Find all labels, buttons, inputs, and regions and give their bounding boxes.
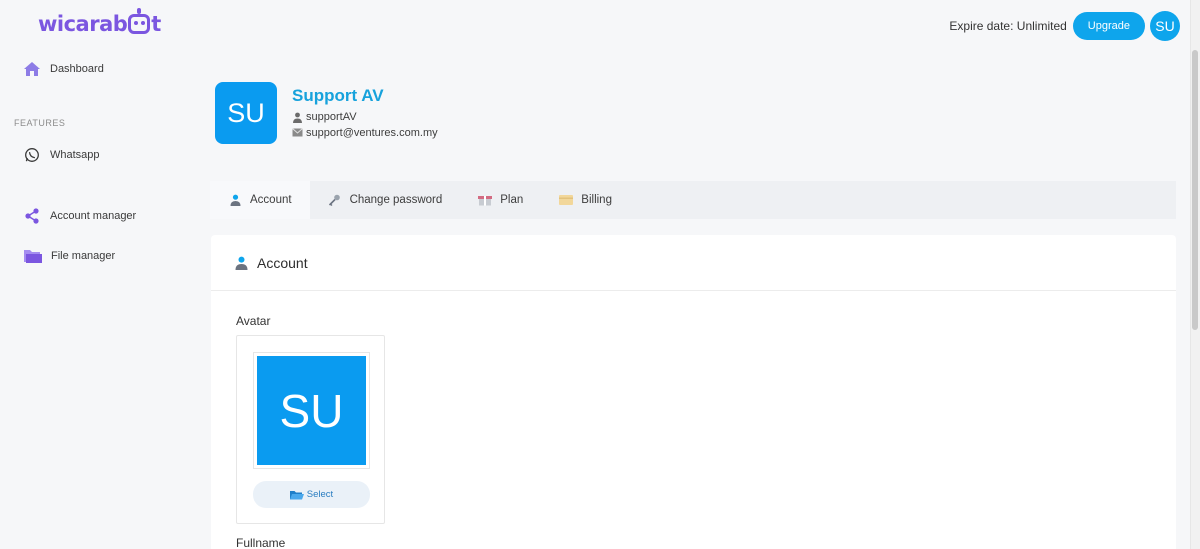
tab-label: Change password: [349, 194, 443, 206]
card-header: Account: [211, 235, 1176, 291]
avatar-preview-frame: SU: [253, 352, 370, 469]
sidebar-item-label: Whatsapp: [50, 149, 100, 161]
avatar-uploader: SU Select: [236, 335, 385, 524]
logo-text-end: t: [151, 12, 161, 36]
whatsapp-icon: [22, 146, 42, 164]
user-icon: [228, 194, 242, 206]
package-icon: [478, 194, 493, 206]
home-icon: [22, 60, 42, 78]
tab-plan[interactable]: Plan: [460, 181, 541, 219]
credit-card-icon: [559, 194, 574, 206]
robot-icon: [128, 8, 151, 34]
profile-name: Support AV: [292, 86, 384, 105]
user-icon: [292, 112, 303, 123]
profile-username: supportAV: [292, 111, 357, 123]
key-icon: [328, 194, 342, 206]
email-text: support@ventures.com.my: [306, 127, 438, 139]
share-nodes-icon: [22, 207, 42, 225]
sidebar-item-file-manager[interactable]: File manager: [22, 247, 115, 265]
expire-date-text: Expire date: Unlimited: [949, 19, 1067, 33]
sidebar: wicarab t Dashboard FEATURES Whatsapp Acc…: [0, 0, 200, 549]
sidebar-item-label: Account manager: [50, 210, 137, 222]
user-avatar[interactable]: SU: [1150, 11, 1180, 41]
folder-icon: [22, 247, 44, 265]
top-bar: Expire date: Unlimited Upgrade SU: [949, 11, 1180, 41]
scrollbar-track[interactable]: [1190, 0, 1200, 549]
sidebar-item-whatsapp[interactable]: Whatsapp: [22, 146, 100, 164]
sidebar-item-dashboard[interactable]: Dashboard: [22, 60, 104, 78]
tab-label: Billing: [581, 194, 612, 206]
avatar-preview: SU: [257, 356, 366, 465]
sidebar-item-account-manager[interactable]: Account manager: [22, 207, 136, 225]
select-label: Select: [306, 489, 334, 500]
tab-label: Plan: [500, 194, 524, 206]
user-icon: [235, 256, 249, 270]
upgrade-button[interactable]: Upgrade: [1072, 12, 1145, 40]
fullname-label: Fullname: [236, 536, 286, 549]
profile-email: support@ventures.com.my: [292, 127, 438, 139]
envelope-icon: [292, 127, 303, 139]
tab-account[interactable]: Account: [210, 181, 310, 219]
wicarabot-logo[interactable]: wicarab t: [38, 8, 161, 36]
features-section-label: FEATURES: [14, 118, 66, 128]
logo-text: wicarab: [38, 12, 128, 36]
card-title: Account: [257, 254, 308, 271]
select-avatar-button[interactable]: Select: [253, 481, 370, 508]
tab-billing[interactable]: Billing: [541, 181, 630, 219]
avatar-label: Avatar: [236, 314, 271, 328]
tab-label: Account: [250, 194, 292, 206]
profile-tabs: Account Change password Plan Billing: [210, 181, 1176, 219]
sidebar-item-label: Dashboard: [50, 63, 104, 75]
tab-change-password[interactable]: Change password: [310, 181, 461, 219]
username-text: supportAV: [306, 111, 357, 123]
folder-open-icon: [289, 490, 304, 500]
scrollbar-thumb[interactable]: [1192, 50, 1198, 330]
profile-avatar: SU: [215, 82, 277, 144]
sidebar-item-label: File manager: [51, 250, 116, 262]
